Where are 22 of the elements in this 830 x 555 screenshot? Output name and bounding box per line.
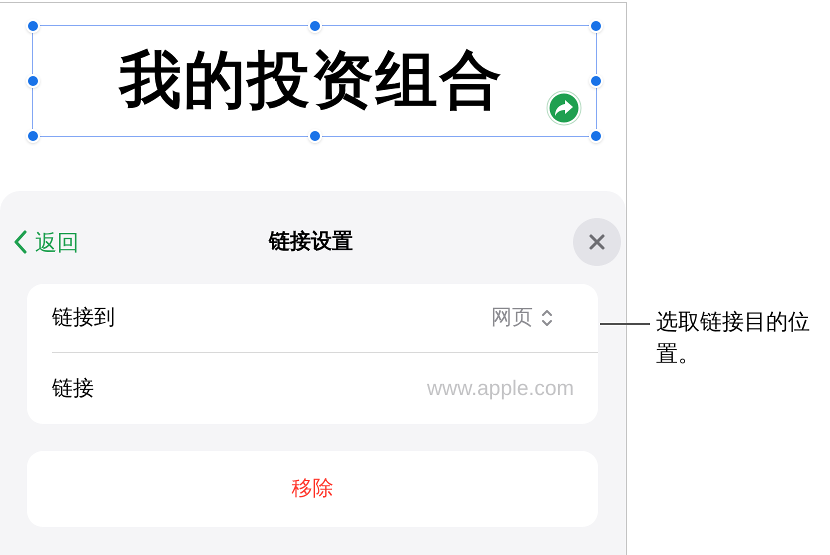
resize-handle[interactable] [308,129,322,143]
remove-button[interactable]: 移除 [27,451,598,527]
link-type-selector[interactable]: 网页 [491,302,553,334]
resize-handle[interactable] [589,129,603,143]
resize-handle[interactable] [26,19,40,33]
row-label: 链接 [52,376,94,402]
resize-handle[interactable] [26,74,40,88]
resize-handle[interactable] [589,19,603,33]
row-label: 链接到 [52,305,115,332]
chevron-left-icon [13,230,27,254]
callout-text: 选取链接目的位置。 [656,308,811,368]
close-icon [588,233,606,251]
resize-handle[interactable] [26,129,40,143]
url-field[interactable]: www.apple.com [274,372,574,404]
up-down-chevron-icon [541,308,553,328]
back-button[interactable]: 返回 [13,226,79,258]
document-title: 我的投资组合 [120,50,504,112]
resize-handle[interactable] [589,74,603,88]
sheet-title: 链接设置 [269,229,354,256]
resize-handle[interactable] [308,19,322,33]
close-button[interactable] [573,218,621,266]
leader-line [600,323,650,324]
